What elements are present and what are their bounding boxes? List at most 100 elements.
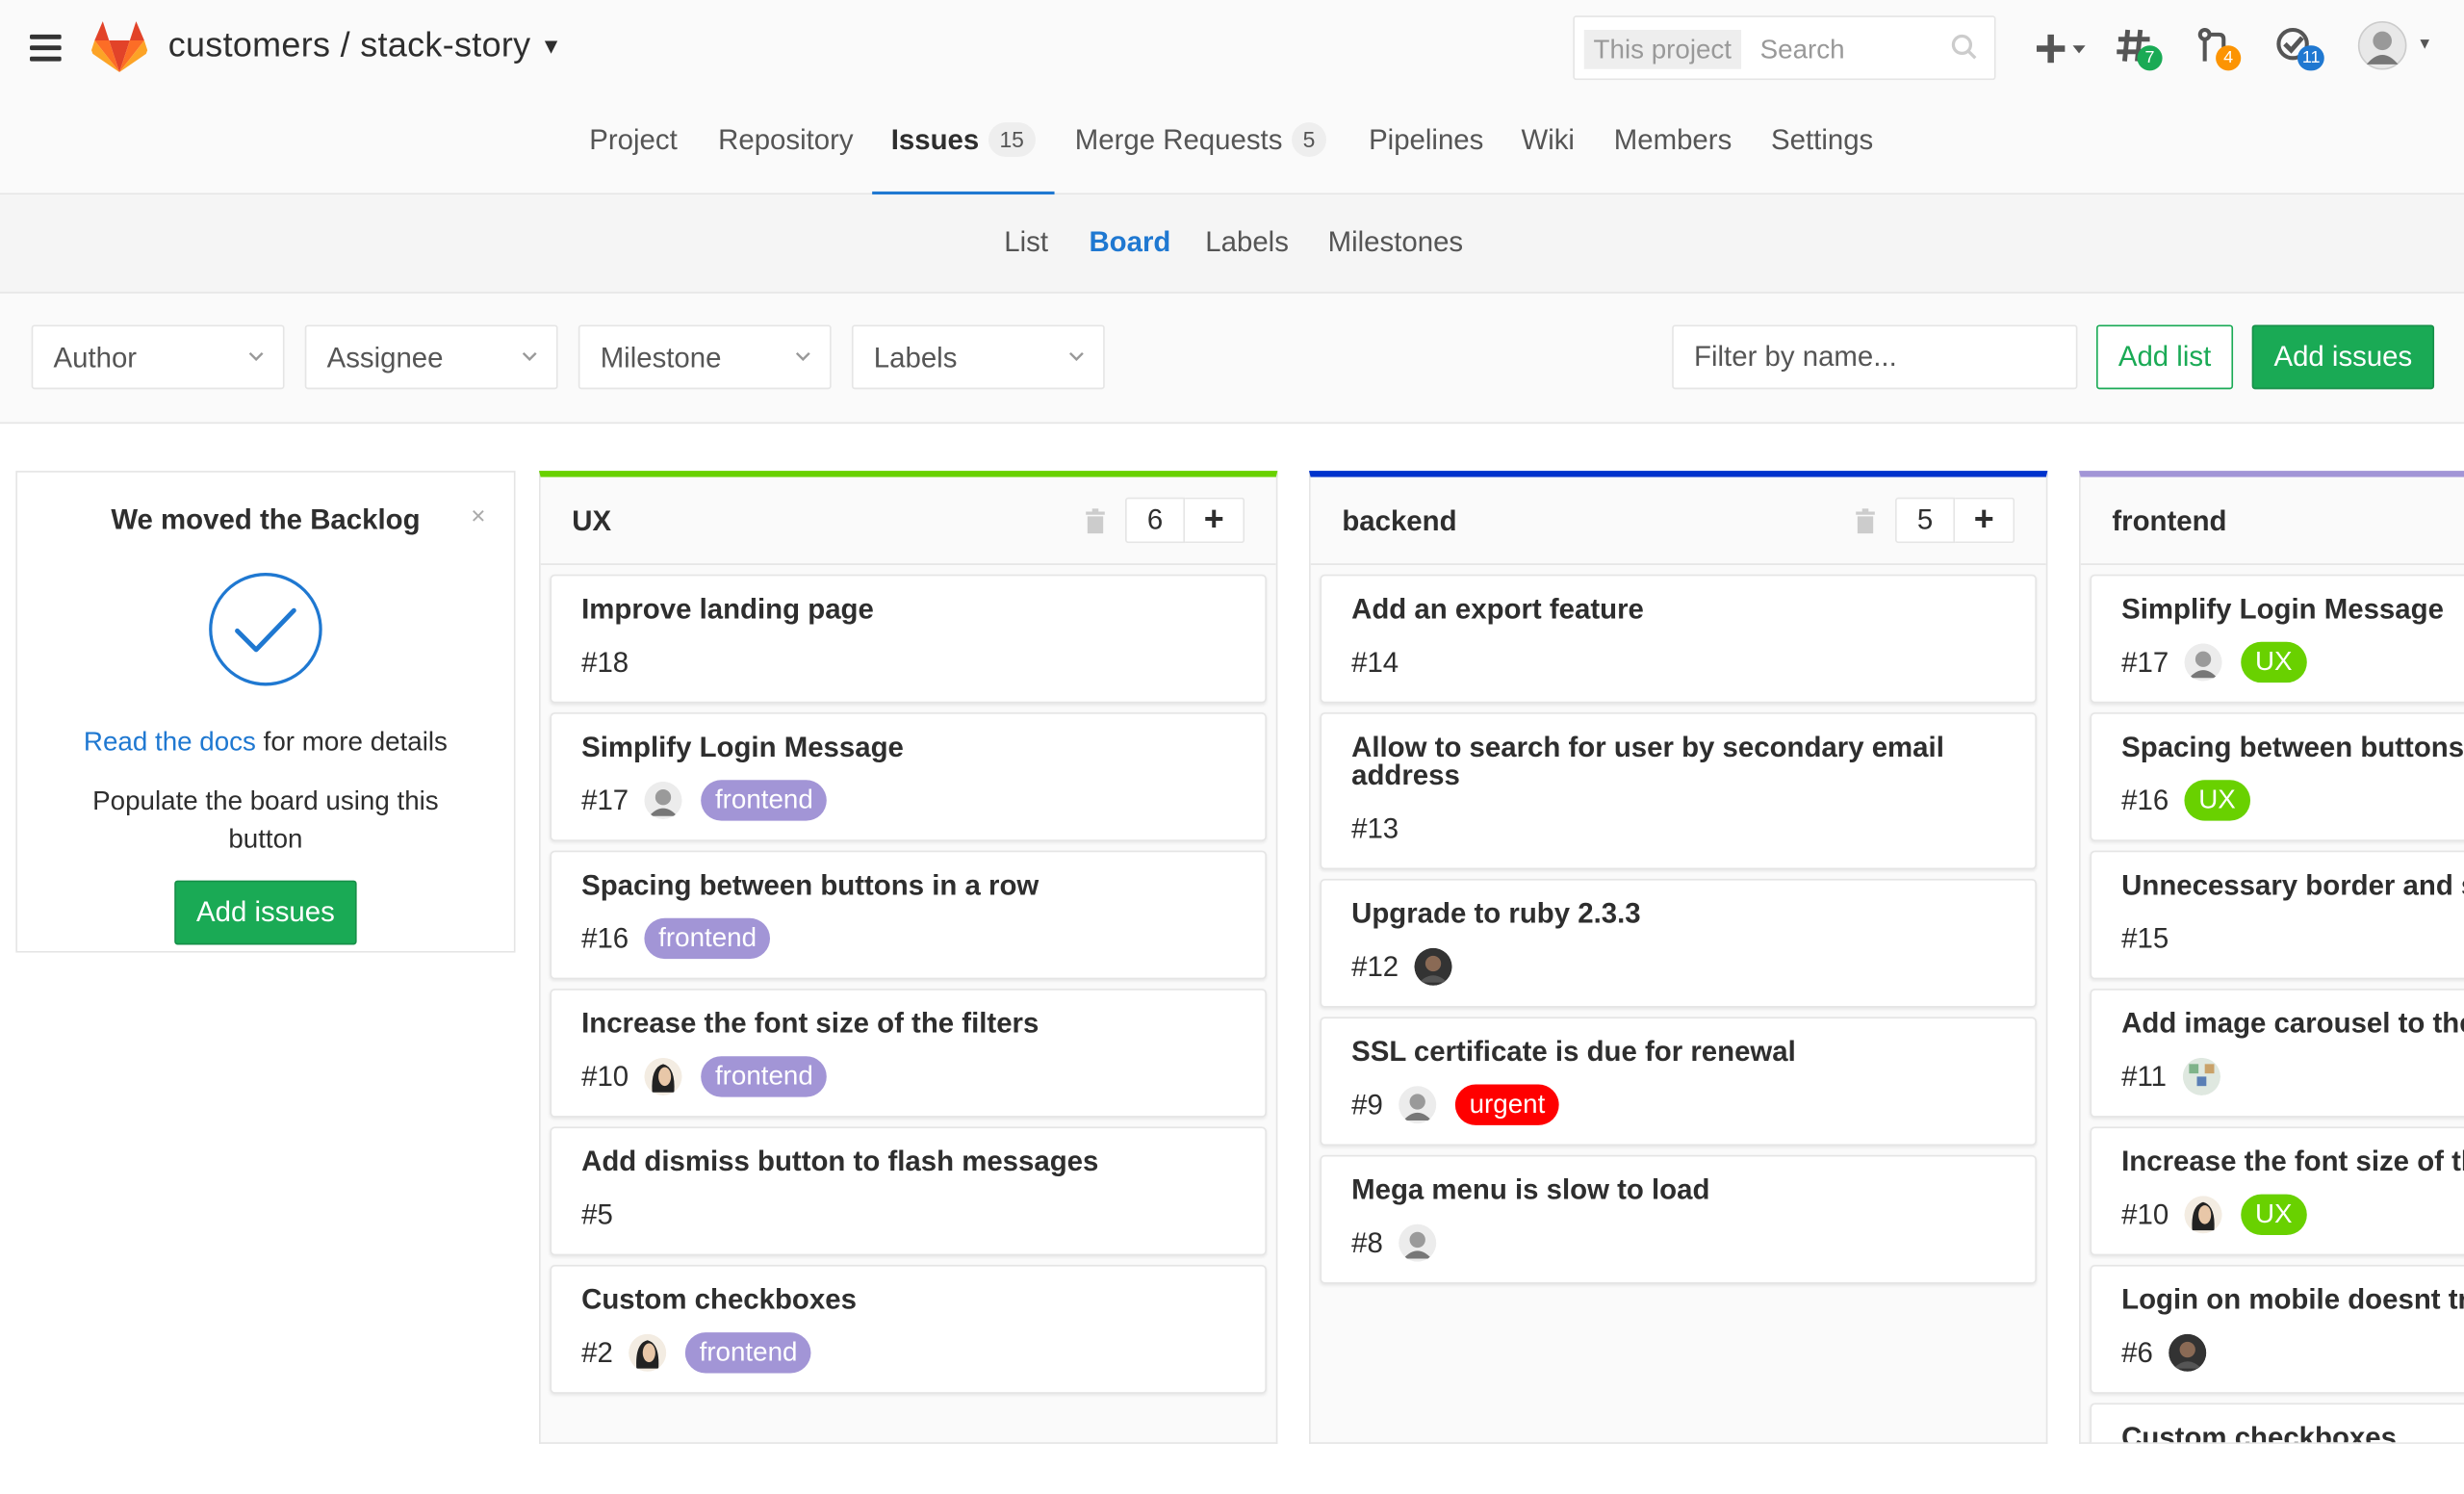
issue-title[interactable]: Unnecessary border and s [2121,871,2464,899]
issue-title[interactable]: Simplify Login Message [2121,595,2464,623]
nav-settings[interactable]: Settings [1771,116,1873,195]
label-frontend[interactable]: frontend [701,1056,828,1097]
issue-card[interactable]: Improve landing page #18 [550,574,1267,704]
user-menu[interactable]: ▼ [2357,20,2436,73]
subnav-milestones[interactable]: Milestones [1328,226,1463,259]
assignee-avatar[interactable] [1399,1224,1437,1262]
welcome-title: We moved the Backlog [111,503,421,535]
subnav-board[interactable]: Board [1089,226,1170,259]
issue-card[interactable]: Add image carousel to the #11 [2090,989,2464,1118]
issue-card[interactable]: Login on mobile doesnt tri #6 [2090,1265,2464,1394]
add-issue-button[interactable]: + [1955,497,2015,544]
issue-card[interactable]: Upgrade to ruby 2.3.3 #12 [1320,878,2037,1008]
issue-card[interactable]: SSL certificate is due for renewal #9 ur… [1320,1017,2037,1146]
new-item-icon[interactable] [2035,32,2092,66]
label-ux[interactable]: UX [2241,641,2307,683]
nav-members[interactable]: Members [1614,116,1732,195]
issue-title[interactable]: Add image carousel to the [2121,1009,2464,1037]
trash-icon[interactable] [1085,507,1107,533]
issue-title[interactable]: Add dismiss button to flash messages [581,1147,1235,1175]
project-title[interactable]: customers / stack-story ▼ [168,25,563,65]
add-list-button[interactable]: Add list [2096,324,2234,390]
issue-title[interactable]: Add an export feature [1351,595,2005,623]
assignee-avatar[interactable] [2184,643,2222,682]
issue-title[interactable]: Increase the font size of the filters [581,1009,1235,1037]
issues-shortcut[interactable]: 7 [2116,27,2166,71]
issue-number: #10 [581,1060,629,1092]
issue-title[interactable]: SSL certificate is due for renewal [1351,1038,2005,1066]
nav-pipelines[interactable]: Pipelines [1369,116,1483,195]
read-the-docs-link[interactable]: Read the docs [84,727,256,757]
assignee-dropdown[interactable]: Assignee [304,324,558,390]
nav-label: Settings [1771,123,1874,156]
subnav-labels[interactable]: Labels [1205,226,1289,259]
issue-title[interactable]: Increase the font size of th [2121,1147,2464,1175]
issue-card[interactable]: Add an export feature #14 [1320,574,2037,704]
issue-title[interactable]: Mega menu is slow to load [1351,1175,2005,1203]
issue-title[interactable]: Spacing between buttons [2121,733,2464,760]
issue-title[interactable]: Allow to search for user by secondary em… [1351,733,2005,789]
label-ux[interactable]: UX [2184,780,2250,821]
assignee-avatar[interactable] [2184,1196,2222,1234]
issue-card[interactable]: Add dismiss button to flash messages #5 [550,1126,1267,1256]
issue-title[interactable]: Improve landing page [581,595,1235,623]
author-dropdown[interactable]: Author [31,324,285,390]
nav-repository[interactable]: Repository [718,116,853,195]
issue-title[interactable]: Upgrade to ruby 2.3.3 [1351,899,2005,927]
assignee-avatar[interactable] [629,1333,667,1372]
issue-card[interactable]: Custom checkboxes #2 frontend [550,1265,1267,1394]
issue-card[interactable]: Increase the font size of the filters #1… [550,989,1267,1118]
assignee-avatar[interactable] [1399,1086,1437,1124]
nav-label: Issues [890,123,980,156]
milestone-dropdown-label: Milestone [600,342,722,374]
assignee-avatar[interactable] [1414,947,1452,986]
menu-icon[interactable] [30,34,62,62]
milestone-dropdown[interactable]: Milestone [578,324,832,390]
add-issue-button[interactable]: + [1185,497,1245,544]
issue-title[interactable]: Custom checkboxes [581,1285,1235,1313]
trash-icon[interactable] [1855,507,1877,533]
subnav-list[interactable]: List [1004,226,1048,259]
checkmark-circle-icon [209,573,322,686]
gitlab-logo-icon[interactable] [91,20,148,73]
issue-title[interactable]: Custom checkboxes [2121,1424,2464,1443]
label-frontend[interactable]: frontend [701,780,828,821]
todos-shortcut[interactable]: 11 [2275,27,2335,71]
search-box[interactable]: This project [1573,15,1996,81]
list-header: backend 5 + [1310,477,2046,565]
labels-dropdown[interactable]: Labels [851,324,1105,390]
search-scope[interactable]: This project [1583,29,1741,69]
todos-count-badge: 11 [2297,45,2325,71]
nav-wiki[interactable]: Wiki [1521,116,1575,195]
label-frontend[interactable]: frontend [684,1332,812,1374]
close-icon[interactable]: × [471,503,485,531]
issue-card[interactable]: Increase the font size of th #10 UX [2090,1126,2464,1256]
nav-issues[interactable]: Issues 15 [872,116,1055,195]
assignee-avatar[interactable] [644,781,682,820]
issue-title[interactable]: Spacing between buttons in a row [581,871,1235,899]
nav-merge-requests[interactable]: Merge Requests 5 [1075,116,1326,195]
label-urgent[interactable]: urgent [1454,1084,1560,1125]
search-input[interactable] [1759,29,1949,69]
filter-by-name-input[interactable] [1672,324,2078,390]
issue-card[interactable]: Custom checkboxes [2090,1403,2464,1443]
issue-card[interactable]: Spacing between buttons #16 UX [2090,712,2464,841]
issue-card[interactable]: Simplify Login Message #17 UX [2090,574,2464,704]
issue-title[interactable]: Simplify Login Message [581,733,1235,760]
assignee-avatar[interactable] [644,1057,682,1095]
issue-title[interactable]: Login on mobile doesnt tri [2121,1285,2464,1313]
issue-card[interactable]: Mega menu is slow to load #8 [1320,1154,2037,1284]
assignee-avatar[interactable] [2182,1057,2220,1095]
welcome-add-issues-button[interactable]: Add issues [174,880,357,945]
merge-requests-shortcut[interactable]: 4 [2197,27,2247,71]
issue-card[interactable]: Unnecessary border and s #15 [2090,850,2464,980]
issue-card[interactable]: Spacing between buttons in a row #16 fro… [550,850,1267,980]
issue-card[interactable]: Allow to search for user by secondary em… [1320,712,2037,870]
issue-card[interactable]: Simplify Login Message #17 frontend [550,712,1267,841]
list-title: backend [1342,504,1457,537]
assignee-avatar[interactable] [2169,1333,2207,1372]
add-issues-button[interactable]: Add issues [2251,324,2435,390]
nav-project[interactable]: Project [589,116,677,195]
label-frontend[interactable]: frontend [644,917,771,960]
label-ux[interactable]: UX [2241,1194,2307,1236]
